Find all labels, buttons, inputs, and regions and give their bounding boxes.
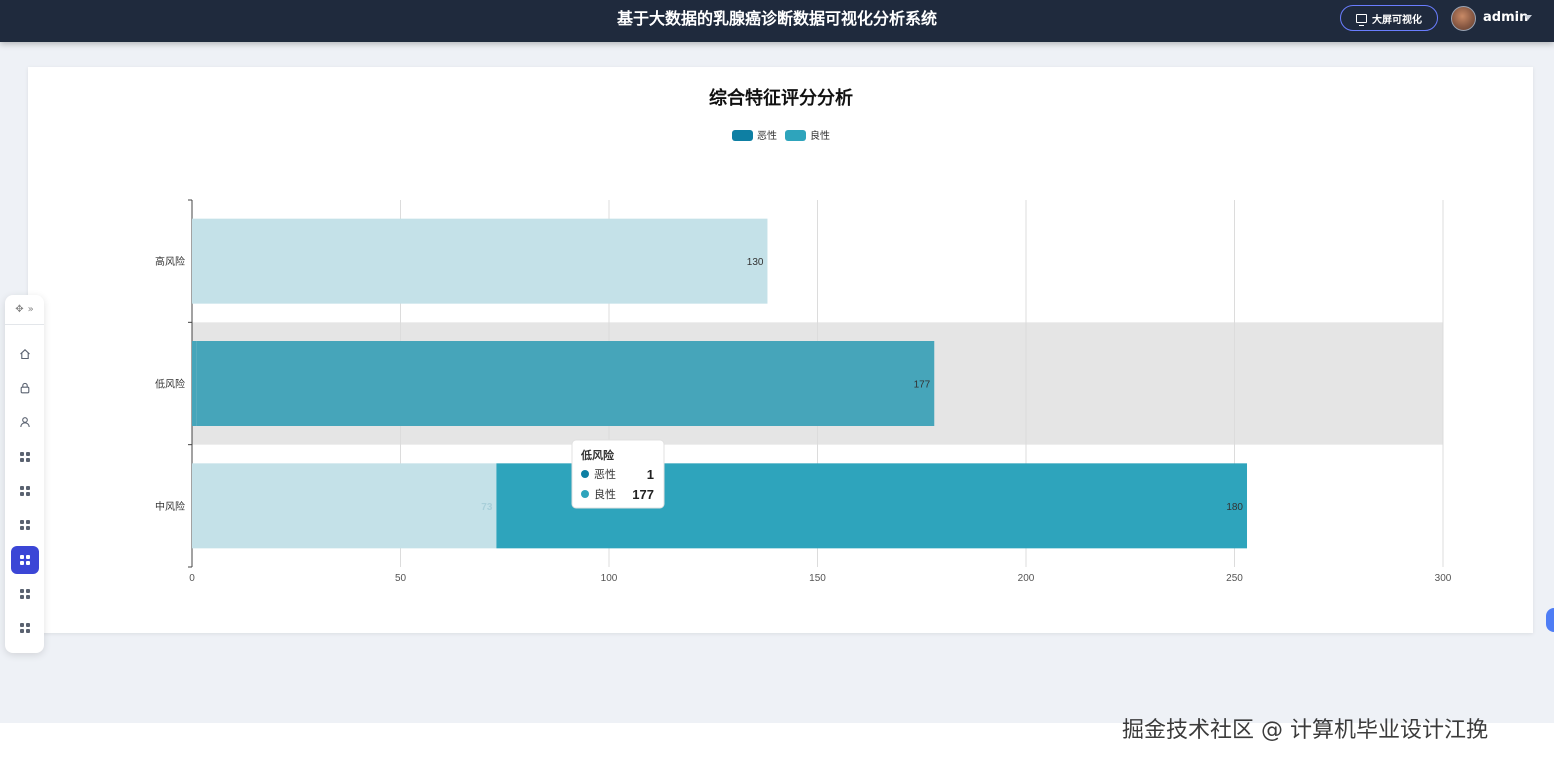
- legend-label-0: 恶性: [757, 129, 777, 142]
- x-tick-label-5: 250: [1226, 573, 1243, 584]
- x-tick-label-2: 100: [601, 573, 618, 584]
- tooltip-value-0: 1: [647, 467, 654, 482]
- bar-1-1: [196, 341, 935, 426]
- legend-swatch-1: [785, 130, 806, 141]
- sidebar-item-grid-5[interactable]: [11, 580, 39, 608]
- home-icon: [20, 349, 30, 360]
- sidebar-item-lock[interactable]: [11, 374, 39, 402]
- tooltip-name-0: 恶性: [594, 467, 616, 481]
- tooltip-marker-0: [581, 470, 589, 478]
- y-tick-label-2: 中风险: [155, 500, 185, 513]
- x-tick-label-0: 0: [189, 573, 195, 584]
- grid-icon: [19, 622, 31, 634]
- grid-icon: [19, 485, 31, 497]
- x-tick-label-1: 50: [395, 573, 407, 584]
- x-tick-label-3: 150: [809, 573, 826, 584]
- floating-action-button[interactable]: [1546, 608, 1554, 632]
- tooltip-marker-1: [581, 490, 589, 498]
- sidebar-item-grid-2[interactable]: [11, 477, 39, 505]
- bar-0-0: [192, 218, 768, 304]
- sidebar-item-grid-1[interactable]: [11, 443, 39, 471]
- bar-2-0: [192, 463, 497, 549]
- data-label-2: 180: [1226, 502, 1243, 513]
- grid-icon: [19, 588, 31, 600]
- dock-header[interactable]: ✥ »: [5, 295, 44, 325]
- grid-icon: [19, 554, 31, 566]
- data-label-0: 130: [747, 257, 764, 268]
- watermark: 掘金技术社区 @ 计算机毕业设计江挽: [1122, 718, 1488, 743]
- legend-label-1: 良性: [810, 129, 830, 142]
- tooltip-value-1: 177: [632, 487, 654, 502]
- data-label-1: 177: [914, 380, 931, 391]
- grid-icon: [19, 519, 31, 531]
- chart-title: 综合特征评分分析: [709, 87, 853, 108]
- sidebar-item-grid-3[interactable]: [11, 511, 39, 539]
- y-tick-label-1: 低风险: [155, 378, 185, 391]
- sidebar-item-grid-6[interactable]: [11, 614, 39, 642]
- grid-icon: [19, 451, 31, 463]
- tooltip-title: 低风险: [580, 448, 615, 462]
- y-tick-label-0: 高风险: [155, 255, 185, 268]
- data-label-left-2: 73: [481, 502, 493, 513]
- sidebar-item-grid-active[interactable]: [11, 546, 39, 574]
- bar-1-0: [192, 341, 197, 426]
- x-tick-label-6: 300: [1435, 573, 1452, 584]
- stacked-bar-chart: 综合特征评分分析恶性 良性0 50 100 150 200 250 300高风险 130低风险 1…: [155, 87, 1452, 584]
- move-icon[interactable]: ✥: [15, 304, 23, 315]
- tooltip-name-1: 良性: [594, 487, 616, 501]
- lock-icon: [20, 382, 30, 394]
- sidebar-item-user[interactable]: [11, 408, 39, 436]
- floating-sidebar: ✥ »: [5, 295, 44, 653]
- sidebar-item-home[interactable]: [11, 340, 39, 368]
- legend-swatch-0: [732, 130, 753, 141]
- user-icon: [20, 417, 30, 428]
- chevrons-right-icon[interactable]: »: [28, 304, 34, 315]
- x-tick-label-4: 200: [1018, 573, 1035, 584]
